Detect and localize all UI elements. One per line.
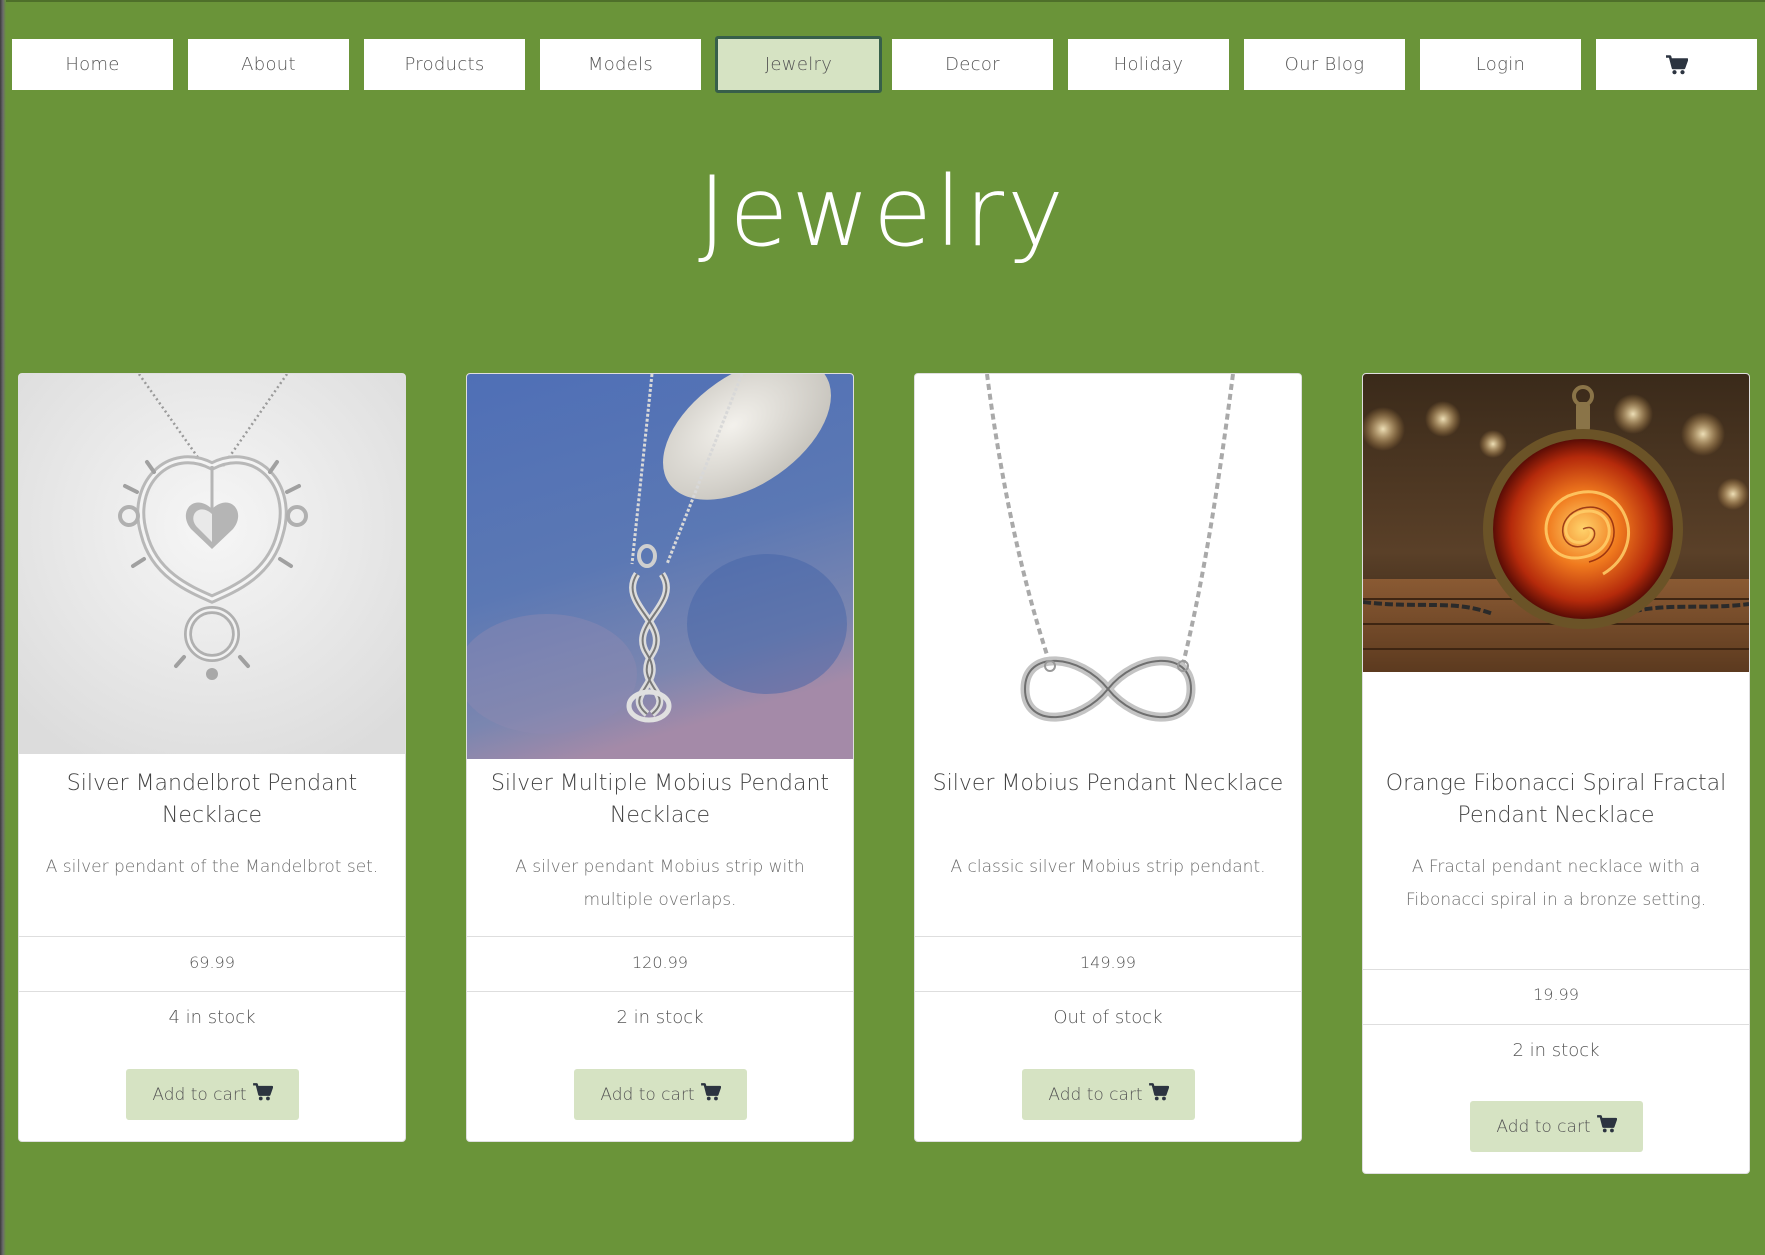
multiple-mobius-pendant-image[interactable]: [467, 374, 853, 759]
nav-home[interactable]: Home: [12, 39, 173, 90]
product-description: A silver pendant of the Mandelbrot set.: [45, 857, 379, 877]
nav-models[interactable]: Models: [540, 39, 701, 90]
nav-cart[interactable]: [1596, 39, 1757, 90]
product-price: 69.99: [189, 953, 235, 972]
product-card: Silver Mobius Pendant Necklace A classic…: [914, 373, 1302, 1142]
product-title[interactable]: Silver Mobius Pendant Necklace: [931, 768, 1285, 800]
mandelbrot-pendant-image[interactable]: [19, 374, 405, 754]
product-card: Orange Fibonacci Spiral Fractal Pendant …: [1362, 373, 1750, 1174]
shopping-cart-icon: [1148, 1083, 1169, 1106]
product-title[interactable]: Silver Mandelbrot Pendant Necklace: [35, 768, 389, 832]
divider: [19, 991, 405, 992]
window-top-edge: [0, 0, 1765, 2]
product-price: 19.99: [1533, 985, 1579, 1004]
product-description: A classic silver Mobius strip pendant.: [950, 857, 1266, 877]
divider: [915, 936, 1301, 937]
nav-jewelry[interactable]: Jewelry: [715, 36, 882, 93]
nav-about[interactable]: About: [188, 39, 349, 90]
product-title[interactable]: Orange Fibonacci Spiral Fractal Pendant …: [1379, 768, 1733, 832]
product-card: Silver Mandelbrot Pendant Necklace A sil…: [18, 373, 406, 1142]
divider: [1363, 1024, 1749, 1025]
main-nav: Home About Products Models Jewelry Decor…: [12, 36, 1757, 93]
stock-status: 4 in stock: [168, 1007, 256, 1028]
stock-status: 2 in stock: [1512, 1040, 1600, 1061]
add-to-cart-button[interactable]: Add to cart: [1022, 1069, 1195, 1120]
add-to-cart-button[interactable]: Add to cart: [574, 1069, 747, 1120]
nav-our-blog[interactable]: Our Blog: [1244, 39, 1405, 90]
stock-status: 2 in stock: [616, 1007, 704, 1028]
divider: [1363, 969, 1749, 970]
stock-status: Out of stock: [1053, 1007, 1163, 1028]
product-description: A Fractal pendant necklace with a Fibona…: [1405, 857, 1707, 910]
shopping-cart-icon: [1665, 54, 1688, 75]
divider: [467, 936, 853, 937]
product-description: A silver pendant Mobius strip with multi…: [515, 857, 805, 910]
add-to-cart-label: Add to cart: [600, 1084, 695, 1105]
product-title[interactable]: Silver Multiple Mobius Pendant Necklace: [483, 768, 837, 832]
product-price: 120.99: [632, 953, 688, 972]
nav-products[interactable]: Products: [364, 39, 525, 90]
shopping-cart-icon: [1596, 1115, 1617, 1138]
product-price: 149.99: [1080, 953, 1136, 972]
nav-holiday[interactable]: Holiday: [1068, 39, 1229, 90]
page-title: Jewelry: [698, 156, 1067, 268]
add-to-cart-label: Add to cart: [1048, 1084, 1143, 1105]
nav-decor[interactable]: Decor: [892, 39, 1053, 90]
mobius-pendant-image[interactable]: [915, 374, 1301, 759]
nav-login[interactable]: Login: [1420, 39, 1581, 90]
add-to-cart-label: Add to cart: [152, 1084, 247, 1105]
add-to-cart-button[interactable]: Add to cart: [126, 1069, 299, 1120]
product-card: Silver Multiple Mobius Pendant Necklace …: [466, 373, 854, 1142]
add-to-cart-button[interactable]: Add to cart: [1470, 1101, 1643, 1152]
divider: [19, 936, 405, 937]
shopping-cart-icon: [252, 1083, 273, 1106]
divider: [467, 991, 853, 992]
fibonacci-spiral-pendant-image[interactable]: [1363, 374, 1749, 672]
add-to-cart-label: Add to cart: [1496, 1116, 1591, 1137]
shopping-cart-icon: [700, 1083, 721, 1106]
divider: [915, 991, 1301, 992]
